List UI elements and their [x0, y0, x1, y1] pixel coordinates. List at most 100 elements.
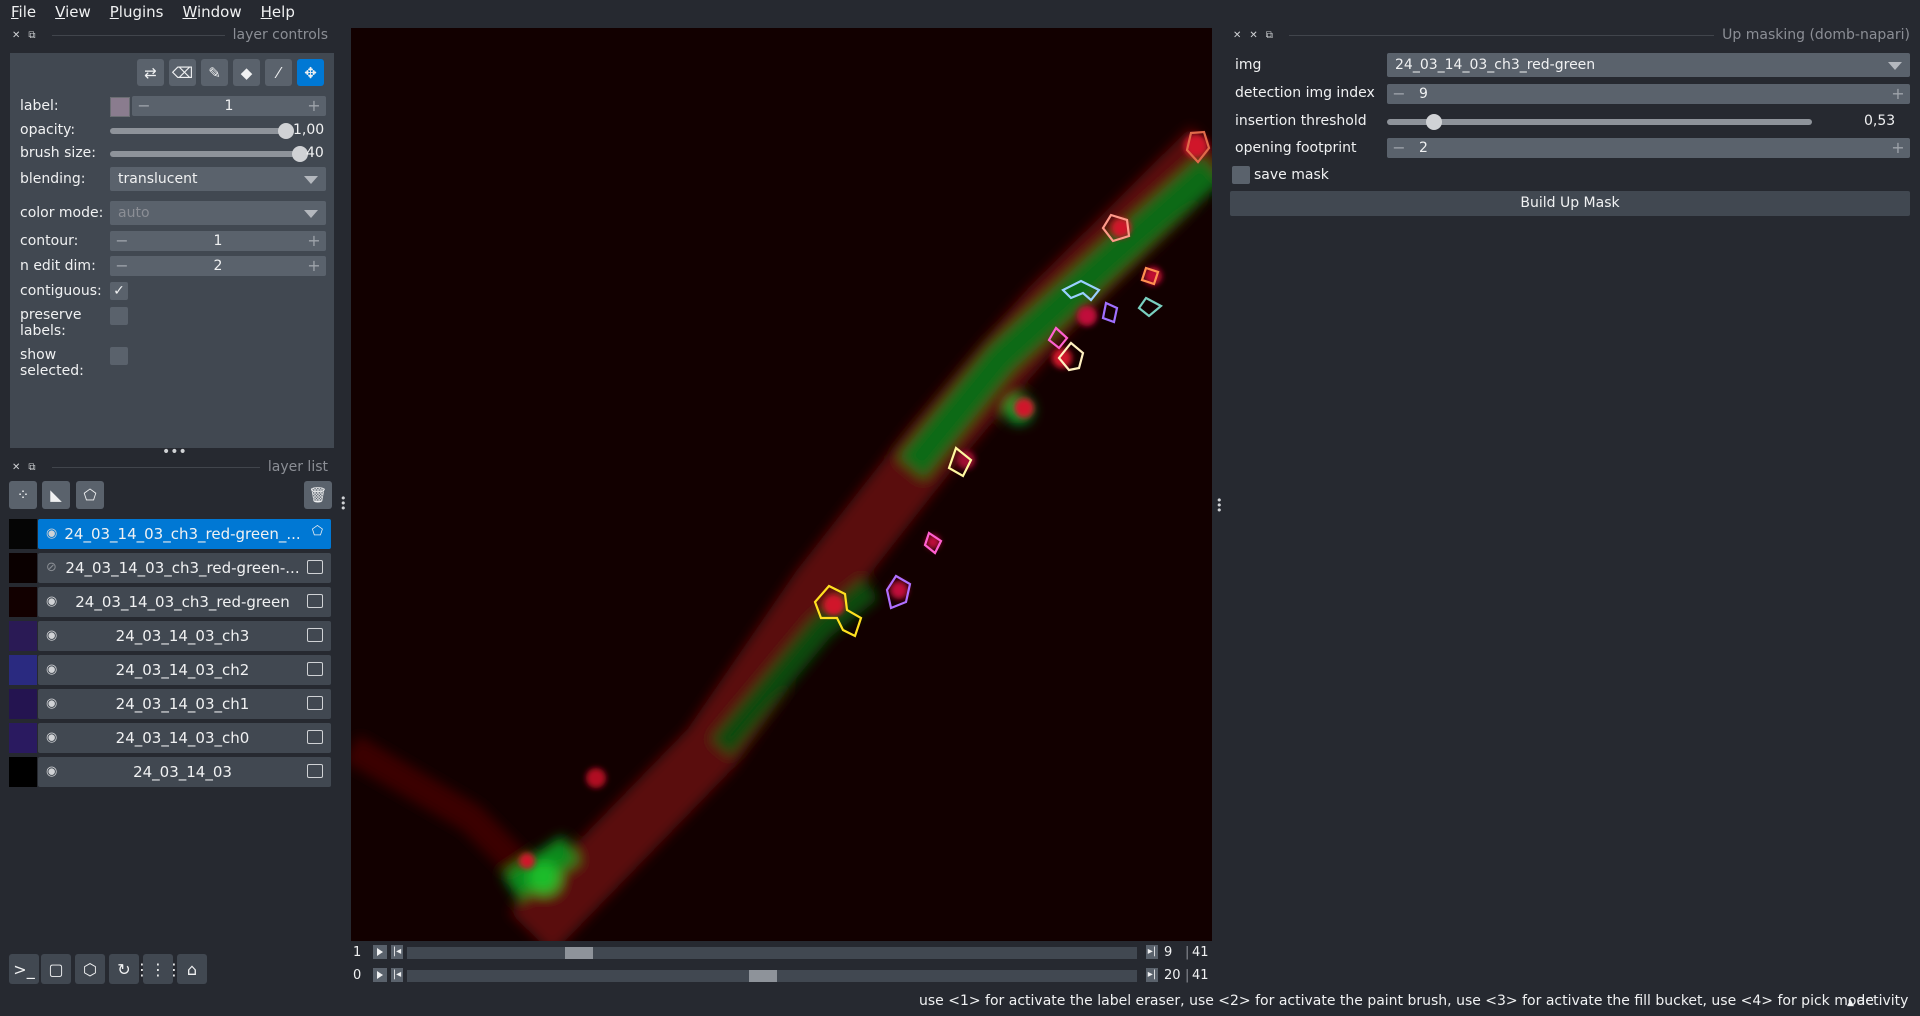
eye-icon[interactable]: ◉	[46, 730, 57, 745]
opacity-slider-handle[interactable]	[278, 123, 294, 139]
menu-help[interactable]: Help	[250, 3, 303, 21]
dock-close-icon[interactable]: ✕	[1233, 30, 1241, 41]
layer-row[interactable]: ⊘ 24_03_14_03_ch3_red-green-...	[9, 553, 331, 583]
plus-icon[interactable]: +	[1888, 138, 1908, 158]
paint-brush-button[interactable]: ✎	[201, 59, 228, 86]
step-back-icon[interactable]: |◂	[391, 945, 403, 959]
blending-select[interactable]: translucent	[110, 167, 326, 191]
shuffle-colors-button[interactable]: ⇄	[137, 59, 164, 86]
layer-row[interactable]: ◉ 24_03_14_03_ch3	[9, 621, 331, 651]
color-mode-select[interactable]: auto	[110, 201, 326, 225]
eye-icon[interactable]: ◉	[46, 628, 57, 643]
dim-slider-handle[interactable]	[564, 947, 593, 959]
eye-icon[interactable]: ◉	[46, 696, 57, 711]
detection-img-index-spinbox[interactable]: − 9 +	[1387, 84, 1910, 104]
menu-view[interactable]: View	[44, 3, 99, 21]
save-mask-checkbox[interactable]	[1232, 166, 1250, 184]
layer-body[interactable]: ◉ 24_03_14_03_ch0	[38, 723, 331, 753]
dim-current-value[interactable]: 20	[1164, 968, 1181, 983]
opacity-slider[interactable]	[110, 128, 286, 134]
img-select[interactable]: 24_03_14_03_ch3_red-green	[1387, 53, 1910, 77]
layer-body[interactable]: ◉ 24_03_14_03_ch3	[38, 621, 331, 651]
grid-mode-button[interactable]: ⋮⋮⋮	[134, 954, 182, 984]
plus-icon[interactable]: +	[304, 96, 324, 116]
eraser-button[interactable]: ⌫	[169, 59, 196, 86]
show-selected-checkbox[interactable]	[110, 347, 128, 365]
menu-window[interactable]: Window	[171, 3, 249, 21]
dock-detach-icon[interactable]: ⧉	[28, 30, 35, 41]
layer-body[interactable]: ◉ 24_03_14_03_ch3_red-green_... ⬠	[38, 519, 331, 549]
layer-name[interactable]: 24_03_14_03_ch3_red-green_...	[64, 525, 301, 543]
step-forward-icon[interactable]: ▸|	[1146, 945, 1158, 959]
play-button[interactable]	[373, 945, 387, 959]
layer-body[interactable]: ◉ 24_03_14_03_ch2	[38, 655, 331, 685]
menu-file[interactable]: File	[0, 3, 44, 21]
dim-slider-track[interactable]	[407, 947, 1137, 959]
eye-off-icon[interactable]: ⊘	[46, 560, 57, 575]
new-shapes-layer-button[interactable]: ◣	[42, 481, 70, 509]
label-color-swatch[interactable]	[110, 97, 130, 117]
plus-icon[interactable]: +	[1888, 84, 1908, 104]
left-dock-handle[interactable]: • • •	[340, 493, 347, 514]
insertion-threshold-slider[interactable]	[1387, 119, 1812, 125]
dock-detach-icon[interactable]: ⧉	[1266, 30, 1273, 41]
menu-plugins[interactable]: Plugins	[99, 3, 172, 21]
opening-footprint-spinbox[interactable]: − 2 +	[1387, 138, 1910, 158]
eye-icon[interactable]: ◉	[46, 526, 57, 541]
brush-size-slider[interactable]	[110, 151, 300, 157]
color-picker-button[interactable]: ⁄	[265, 59, 292, 86]
console-button[interactable]: >_	[9, 954, 39, 984]
eye-icon[interactable]: ◉	[46, 594, 57, 609]
right-dock-handle[interactable]: • • •	[1216, 495, 1223, 516]
eye-icon[interactable]: ◉	[46, 662, 57, 677]
layer-row[interactable]: ◉ 24_03_14_03_ch2	[9, 655, 331, 685]
layer-body[interactable]: ◉ 24_03_14_03_ch3_red-green	[38, 587, 331, 617]
insertion-threshold-handle[interactable]	[1425, 114, 1442, 130]
play-button[interactable]	[373, 968, 387, 982]
preserve-labels-checkbox[interactable]	[110, 307, 128, 325]
plus-icon[interactable]: +	[304, 256, 324, 276]
plus-icon[interactable]: +	[304, 231, 324, 251]
fill-bucket-button[interactable]: ◆	[233, 59, 260, 86]
activity-toggle[interactable]: ▲ activity	[1847, 993, 1908, 1009]
dock-float-icon[interactable]: ✕	[1249, 30, 1257, 41]
dock-float-icon[interactable]: ✕	[12, 30, 20, 41]
step-back-icon[interactable]: |◂	[391, 968, 403, 982]
delete-layer-button[interactable]: 🗑	[304, 481, 332, 509]
splitter-handle[interactable]: •••	[162, 444, 187, 460]
step-forward-icon[interactable]: ▸|	[1146, 968, 1158, 982]
layer-row[interactable]: ◉ 24_03_14_03_ch1	[9, 689, 331, 719]
new-points-layer-button[interactable]: ⁘	[9, 481, 37, 509]
layer-row[interactable]: ◉ 24_03_14_03_ch3_red-green	[9, 587, 331, 617]
3d-toggle-button[interactable]: ⬡	[75, 954, 105, 984]
layer-body[interactable]: ◉ 24_03_14_03	[38, 757, 331, 787]
minus-icon[interactable]: −	[1389, 138, 1409, 158]
layer-row[interactable]: ◉ 24_03_14_03_ch0	[9, 723, 331, 753]
layer-name[interactable]: 24_03_14_03_ch3_red-green	[64, 593, 301, 611]
layer-row[interactable]: ◉ 24_03_14_03_ch3_red-green_... ⬠	[9, 519, 331, 549]
build-up-mask-button[interactable]: Build Up Mask	[1230, 191, 1910, 216]
ndisplay-button[interactable]: ▢	[41, 954, 71, 984]
layer-name[interactable]: 24_03_14_03_ch0	[64, 729, 301, 747]
pan-zoom-button[interactable]: ✥	[297, 59, 324, 86]
dock-float-icon[interactable]: ✕	[12, 462, 20, 473]
image-canvas[interactable]	[351, 28, 1212, 941]
layer-name[interactable]: 24_03_14_03_ch2	[64, 661, 301, 679]
contiguous-checkbox[interactable]: ✓	[110, 282, 128, 300]
minus-icon[interactable]: −	[1389, 84, 1409, 104]
dock-detach-icon[interactable]: ⧉	[28, 462, 35, 473]
layer-body[interactable]: ⊘ 24_03_14_03_ch3_red-green-...	[38, 553, 331, 583]
label-spinbox[interactable]: − 1 +	[132, 96, 326, 116]
layer-row[interactable]: ◉ 24_03_14_03	[9, 757, 331, 787]
home-button[interactable]: ⌂	[177, 954, 207, 984]
dim-slider-handle[interactable]	[749, 970, 778, 982]
new-labels-layer-button[interactable]: ⬠	[76, 481, 104, 509]
layer-name[interactable]: 24_03_14_03	[64, 763, 301, 781]
layer-name[interactable]: 24_03_14_03_ch3	[64, 627, 301, 645]
layer-name[interactable]: 24_03_14_03_ch1	[64, 695, 301, 713]
layer-body[interactable]: ◉ 24_03_14_03_ch1	[38, 689, 331, 719]
contour-spinbox[interactable]: − 1 +	[110, 231, 326, 251]
n-edit-dim-spinbox[interactable]: − 2 +	[110, 256, 326, 276]
eye-icon[interactable]: ◉	[46, 764, 57, 779]
layer-name[interactable]: 24_03_14_03_ch3_red-green-...	[64, 559, 301, 577]
